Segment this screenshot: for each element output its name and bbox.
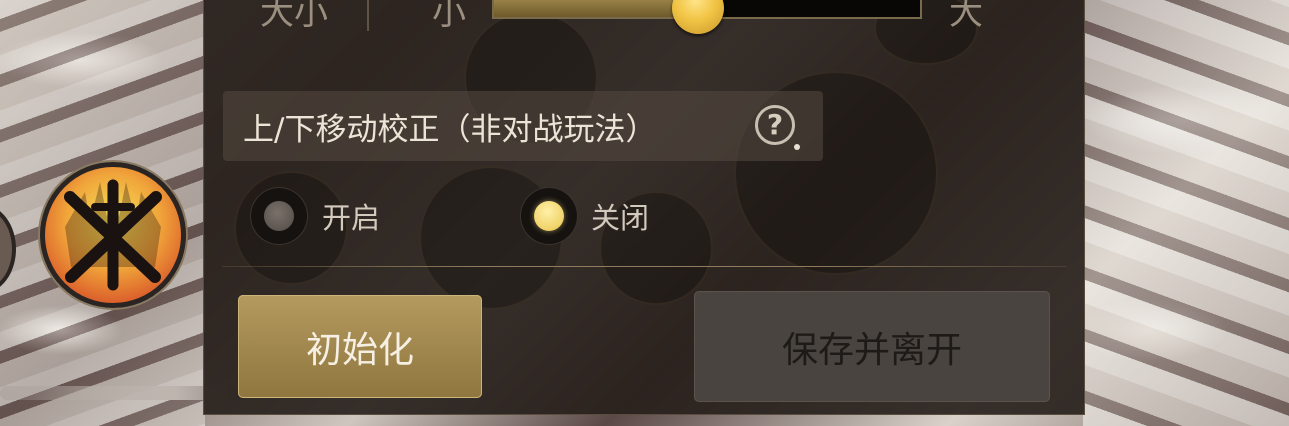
size-max-label: 大 (949, 0, 983, 33)
section-header: 上/下移动校正（非对战玩法） (223, 91, 823, 161)
divider (367, 0, 369, 31)
size-min-label: 小 (432, 0, 466, 33)
radio-indicator (264, 201, 294, 231)
size-setting-row: 大小 小 大 (204, 0, 1084, 41)
radio-on-option[interactable] (251, 188, 307, 244)
help-icon[interactable]: ? (755, 105, 800, 150)
radio-indicator (534, 201, 564, 231)
background-snow-right (1083, 0, 1289, 426)
reset-button[interactable]: 初始化 (238, 295, 482, 398)
skill-crossed-swords-icon[interactable] (40, 162, 186, 308)
save-and-exit-button[interactable]: 保存并离开 (694, 291, 1050, 402)
radio-on-label[interactable]: 开启 (322, 195, 380, 237)
section-divider (222, 266, 1067, 267)
size-label: 大小 (260, 0, 328, 33)
vertical-correction-title: 上/下移动校正（非对战玩法） (243, 112, 657, 148)
size-slider-fill (494, 0, 699, 17)
radio-off-option[interactable] (521, 188, 577, 244)
settings-panel: 大小 小 大 上/下移动校正（非对战玩法） ? 开启 关闭 初始化 保存并离开 (203, 0, 1085, 415)
size-slider-handle[interactable] (672, 0, 725, 34)
radio-off-label[interactable]: 关闭 (591, 195, 649, 237)
